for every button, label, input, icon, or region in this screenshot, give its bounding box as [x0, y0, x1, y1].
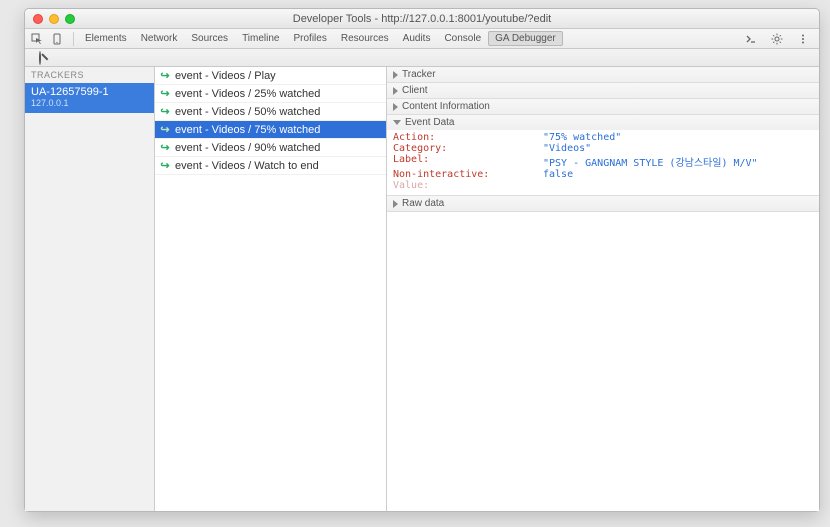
kv-value: "Videos"	[543, 143, 591, 154]
section-header[interactable]: Tracker	[387, 67, 819, 82]
event-label: event - Videos / 50% watched	[175, 106, 320, 118]
separator	[73, 32, 74, 46]
kv-key: Non-interactive:	[393, 169, 543, 180]
kv-row: Value:	[393, 180, 813, 191]
chevron-right-icon	[393, 71, 398, 79]
tab-resources[interactable]: Resources	[334, 31, 396, 46]
section-tracker: Tracker	[387, 67, 819, 83]
tab-ga-debugger[interactable]: GA Debugger	[488, 31, 563, 46]
main-area: TRACKERS UA-12657599-1 127.0.0.1 ↪ event …	[25, 67, 819, 511]
tab-network[interactable]: Network	[134, 31, 185, 46]
event-label: event - Videos / Play	[175, 70, 276, 82]
tracker-item[interactable]: UA-12657599-1 127.0.0.1	[25, 83, 154, 113]
chevron-down-icon	[393, 120, 401, 125]
panel-toolbar	[25, 49, 819, 67]
send-arrow-icon: ↪	[159, 87, 171, 100]
section-body: Action:"75% watched"Category:"Videos"Lab…	[387, 130, 819, 195]
event-row[interactable]: ↪ event - Videos / Watch to end	[155, 157, 386, 175]
window-title: Developer Tools - http://127.0.0.1:8001/…	[25, 13, 819, 25]
kv-row: Non-interactive:false	[393, 169, 813, 180]
section-raw-data: Raw data	[387, 196, 819, 212]
kv-key: Label:	[393, 154, 543, 169]
section-title: Raw data	[402, 198, 444, 209]
send-arrow-icon: ↪	[159, 159, 171, 172]
kv-value: "PSY - GANGNAM STYLE (강남스타일) M/V"	[543, 154, 758, 169]
event-row[interactable]: ↪ event - Videos / Play	[155, 67, 386, 85]
tab-profiles[interactable]: Profiles	[286, 31, 333, 46]
zoom-icon[interactable]	[65, 14, 75, 24]
tab-elements[interactable]: Elements	[78, 31, 134, 46]
tab-console[interactable]: Console	[437, 31, 488, 46]
section-content-information: Content Information	[387, 99, 819, 115]
send-arrow-icon: ↪	[159, 105, 171, 118]
section-title: Event Data	[405, 117, 454, 128]
kv-key: Category:	[393, 143, 543, 154]
settings-icon[interactable]	[769, 31, 785, 47]
event-label: event - Videos / 75% watched	[175, 124, 320, 136]
inspect-element-icon[interactable]	[29, 31, 45, 47]
tracker-id: UA-12657599-1	[31, 86, 148, 98]
kv-row: Label:"PSY - GANGNAM STYLE (강남스타일) M/V"	[393, 154, 813, 169]
section-header[interactable]: Raw data	[387, 196, 819, 211]
clear-icon[interactable]	[39, 52, 41, 64]
details-panel: Tracker Client Content Information Event Da…	[387, 67, 819, 511]
section-header[interactable]: Event Data	[387, 115, 819, 130]
chevron-right-icon	[393, 200, 398, 208]
event-row[interactable]: ↪ event - Videos / 75% watched	[155, 121, 386, 139]
console-drawer-icon[interactable]	[743, 31, 759, 47]
tab-timeline[interactable]: Timeline	[235, 31, 286, 46]
titlebar: Developer Tools - http://127.0.0.1:8001/…	[25, 9, 819, 29]
close-icon[interactable]	[33, 14, 43, 24]
device-mode-icon[interactable]	[49, 31, 65, 47]
kv-value: "75% watched"	[543, 132, 621, 143]
event-label: event - Videos / 90% watched	[175, 142, 320, 154]
trackers-sidebar: TRACKERS UA-12657599-1 127.0.0.1	[25, 67, 155, 511]
devtools-tabs: ElementsNetworkSourcesTimelineProfilesRe…	[78, 31, 563, 46]
event-row[interactable]: ↪ event - Videos / 50% watched	[155, 103, 386, 121]
chevron-right-icon	[393, 87, 398, 95]
section-event-data: Event Data Action:"75% watched"Category:"…	[387, 115, 819, 196]
more-icon[interactable]	[795, 31, 811, 47]
event-row[interactable]: ↪ event - Videos / 90% watched	[155, 139, 386, 157]
event-row[interactable]: ↪ event - Videos / 25% watched	[155, 85, 386, 103]
tab-sources[interactable]: Sources	[184, 31, 235, 46]
traffic-lights	[25, 14, 75, 24]
section-header[interactable]: Client	[387, 83, 819, 98]
section-title: Client	[402, 85, 428, 96]
devtools-tabbar: ElementsNetworkSourcesTimelineProfilesRe…	[25, 29, 819, 49]
events-list: ↪ event - Videos / Play ↪ event - Videos / …	[155, 67, 387, 511]
kv-key: Action:	[393, 132, 543, 143]
tab-audits[interactable]: Audits	[396, 31, 438, 46]
kv-row: Category:"Videos"	[393, 143, 813, 154]
sidebar-header: TRACKERS	[25, 67, 154, 83]
kv-key: Value:	[393, 180, 543, 191]
send-arrow-icon: ↪	[159, 69, 171, 82]
event-label: event - Videos / Watch to end	[175, 160, 319, 172]
devtools-window: Developer Tools - http://127.0.0.1:8001/…	[24, 8, 820, 512]
section-client: Client	[387, 83, 819, 99]
send-arrow-icon: ↪	[159, 123, 171, 136]
kv-row: Action:"75% watched"	[393, 132, 813, 143]
tabbar-right	[743, 31, 815, 47]
send-arrow-icon: ↪	[159, 141, 171, 154]
section-title: Content Information	[402, 101, 490, 112]
section-header[interactable]: Content Information	[387, 99, 819, 114]
tracker-host: 127.0.0.1	[31, 98, 148, 108]
kv-value: false	[543, 169, 573, 180]
section-title: Tracker	[402, 69, 436, 80]
chevron-right-icon	[393, 103, 398, 111]
event-label: event - Videos / 25% watched	[175, 88, 320, 100]
minimize-icon[interactable]	[49, 14, 59, 24]
